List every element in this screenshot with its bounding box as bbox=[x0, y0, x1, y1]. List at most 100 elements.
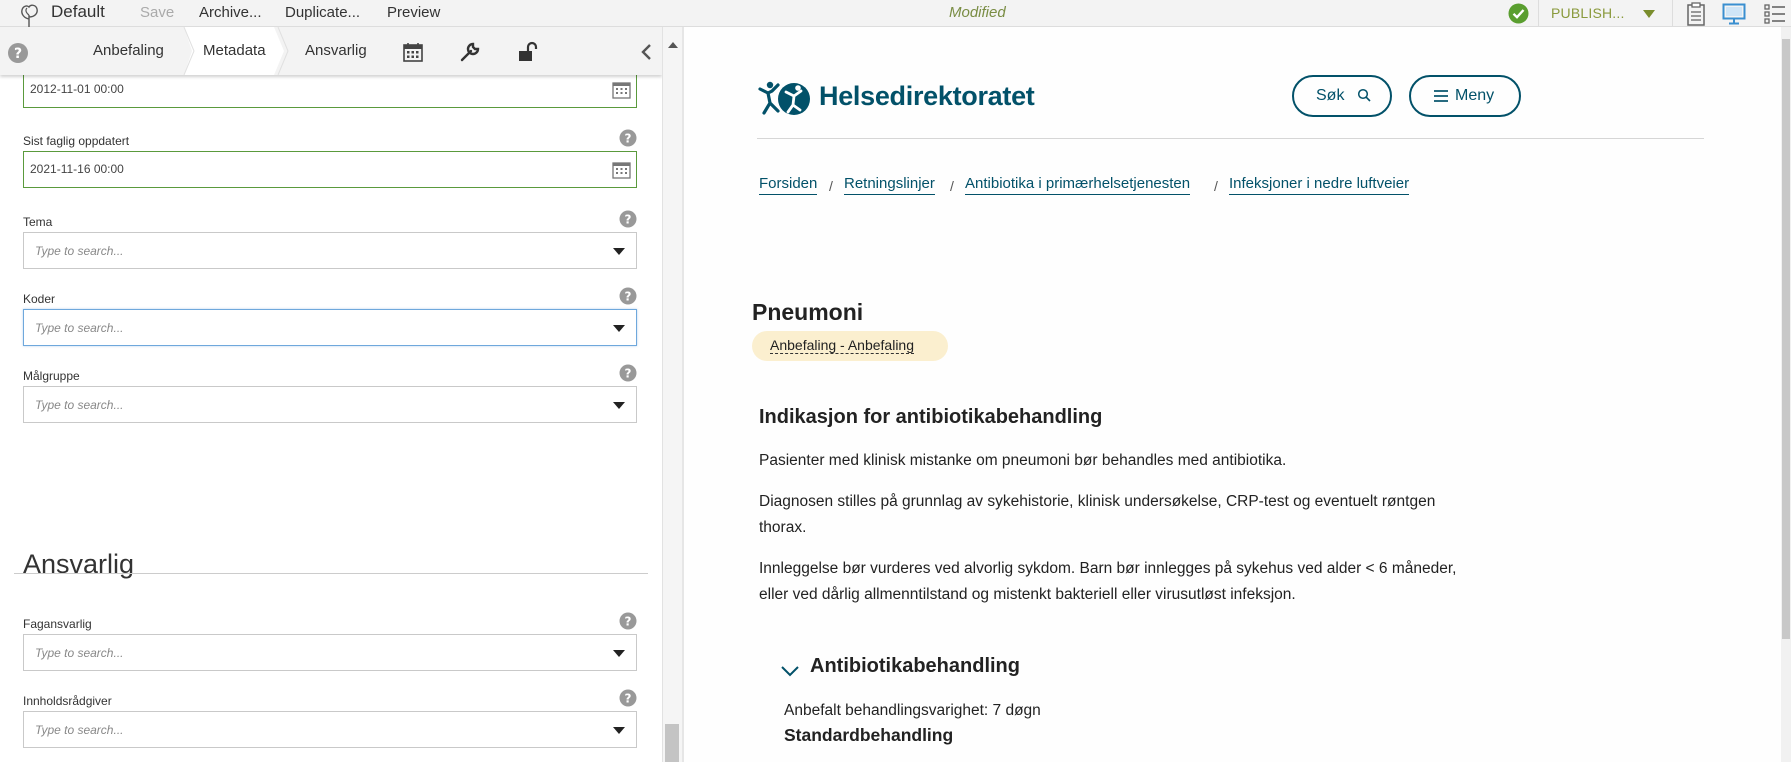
menu-button[interactable]: Meny bbox=[1409, 75, 1521, 117]
caret-down-icon[interactable] bbox=[612, 649, 626, 658]
section-heading: Indikasjon for antibiotikabehandling bbox=[759, 406, 1103, 428]
tab-anbefaling[interactable]: Anbefaling bbox=[93, 42, 164, 59]
duplicate-button[interactable]: Duplicate... bbox=[285, 4, 360, 21]
svg-text:?: ? bbox=[625, 615, 632, 629]
site-name[interactable]: Default bbox=[51, 2, 105, 22]
save-button[interactable]: Save bbox=[140, 4, 174, 21]
breadcrumb-separator: / bbox=[1214, 178, 1218, 194]
duration-text: Anbefalt behandlingsvarighet: 7 døgn bbox=[784, 702, 1041, 719]
check-circle-icon bbox=[1508, 3, 1529, 24]
tab-ansvarlig[interactable]: Ansvarlig bbox=[305, 42, 367, 59]
scrollbar-thumb[interactable] bbox=[665, 724, 679, 762]
fagansvarlig-label: Fagansvarlig bbox=[23, 617, 92, 631]
section-title-ansvarlig: Ansvarlig bbox=[23, 549, 135, 579]
date-field[interactable]: 2012-11-01 00:00 bbox=[23, 71, 637, 108]
breadcrumb-separator: / bbox=[950, 178, 954, 194]
paragraph: Pasienter med klinisk mistanke om pneumo… bbox=[759, 452, 1287, 469]
sist-faglig-value: 2021-11-16 00:00 bbox=[30, 162, 124, 176]
paragraph: Diagnosen stilles på grunnlag av sykehis… bbox=[759, 493, 1436, 536]
search-button[interactable]: Søk bbox=[1292, 75, 1392, 117]
breadcrumb-retningslinjer[interactable]: Retningslinjer bbox=[844, 175, 935, 195]
koder-placeholder: Type to search... bbox=[35, 321, 124, 335]
calendar-icon[interactable] bbox=[402, 41, 424, 63]
innholdsradgiver-field[interactable]: Type to search... bbox=[23, 711, 637, 748]
menu-label: Meny bbox=[1455, 87, 1495, 104]
help-icon[interactable]: ? bbox=[619, 287, 637, 305]
breadcrumb-separator: / bbox=[829, 178, 833, 194]
caret-down-icon[interactable] bbox=[612, 401, 626, 410]
top-toolbar: Default Save Archive... Duplicate... Pre… bbox=[0, 0, 1791, 27]
malgruppe-placeholder: Type to search... bbox=[35, 398, 124, 412]
fagansvarlig-field[interactable]: Type to search... bbox=[23, 634, 637, 671]
editor-scrollbar[interactable] bbox=[662, 27, 682, 762]
hamburger-icon bbox=[1434, 90, 1448, 102]
accordion-title[interactable]: Antibiotikabehandling bbox=[810, 655, 1020, 678]
sist-faglig-label: Sist faglig oppdatert bbox=[23, 134, 130, 148]
tema-field[interactable]: Type to search... bbox=[23, 232, 637, 269]
svg-text:?: ? bbox=[625, 132, 632, 146]
help-icon[interactable]: ? bbox=[619, 689, 637, 707]
breadcrumb-forsiden[interactable]: Forsiden bbox=[759, 175, 818, 195]
malgruppe-label: Målgruppe bbox=[23, 369, 80, 383]
tab-bar: ? Anbefaling Metadata Ansvarlig bbox=[0, 27, 662, 75]
help-icon[interactable]: ? bbox=[619, 612, 637, 630]
tab-divider-icon bbox=[183, 27, 195, 75]
tab-divider-icon bbox=[277, 27, 289, 75]
unlock-icon[interactable] bbox=[516, 41, 538, 63]
svg-text:?: ? bbox=[625, 213, 632, 227]
recommendation-tag[interactable]: Anbefaling - Anbefaling bbox=[752, 331, 948, 361]
brand-name[interactable]: Helsedirektoratet bbox=[819, 81, 1035, 112]
search-icon bbox=[1357, 88, 1371, 102]
section-divider bbox=[14, 573, 648, 574]
calendar-icon[interactable] bbox=[612, 160, 631, 179]
scroll-up-icon[interactable] bbox=[668, 41, 678, 48]
logo-tree-icon[interactable] bbox=[14, 1, 44, 28]
calendar-icon[interactable] bbox=[612, 80, 631, 99]
chevron-left-icon[interactable] bbox=[638, 43, 656, 61]
preview-scrollbar[interactable] bbox=[1781, 27, 1791, 762]
preview-pane: Helsedirektoratet Søk Meny Forsiden / Re… bbox=[684, 27, 1781, 762]
clipboard-icon[interactable] bbox=[1684, 2, 1708, 26]
monitor-icon[interactable] bbox=[1722, 2, 1746, 26]
search-label: Søk bbox=[1316, 87, 1345, 104]
status-text: Modified bbox=[949, 4, 1006, 21]
list-icon[interactable] bbox=[1763, 2, 1787, 26]
koder-field[interactable]: Type to search... bbox=[23, 309, 637, 346]
preview-button[interactable]: Preview bbox=[387, 4, 440, 21]
help-icon[interactable]: ? bbox=[619, 364, 637, 382]
caret-down-icon[interactable] bbox=[1641, 9, 1657, 19]
tema-label: Tema bbox=[23, 215, 53, 229]
scrollbar-thumb[interactable] bbox=[1782, 39, 1790, 639]
koder-label: Koder bbox=[23, 292, 56, 306]
malgruppe-field[interactable]: Type to search... bbox=[23, 386, 637, 423]
chevron-down-icon[interactable] bbox=[780, 664, 800, 678]
caret-down-icon[interactable] bbox=[612, 726, 626, 735]
tag-label: Anbefaling - Anbefaling bbox=[770, 337, 914, 354]
svg-text:?: ? bbox=[625, 367, 632, 381]
breadcrumb-antibiotika[interactable]: Antibiotika i primærhelsetjenesten bbox=[965, 175, 1191, 195]
caret-down-icon[interactable] bbox=[612, 324, 626, 333]
svg-text:?: ? bbox=[625, 692, 632, 706]
caret-down-icon[interactable] bbox=[612, 247, 626, 256]
help-icon[interactable]: ? bbox=[619, 129, 637, 147]
publish-button[interactable]: PUBLISH... bbox=[1551, 5, 1625, 21]
help-icon[interactable]: ? bbox=[619, 210, 637, 228]
breadcrumb-infeksjoner[interactable]: Infeksjoner i nedre luftveier bbox=[1229, 175, 1410, 195]
editor-panel: ? Anbefaling Metadata Ansvarlig 2012-11-… bbox=[0, 27, 662, 762]
innholdsradgiver-placeholder: Type to search... bbox=[35, 723, 124, 737]
sist-faglig-field[interactable]: 2021-11-16 00:00 bbox=[23, 151, 637, 188]
brand-logo-icon[interactable] bbox=[756, 79, 812, 119]
archive-button[interactable]: Archive... bbox=[199, 4, 262, 21]
svg-text:?: ? bbox=[625, 290, 632, 304]
date-value: 2012-11-01 00:00 bbox=[30, 82, 124, 96]
help-icon[interactable]: ? bbox=[7, 42, 29, 64]
header-divider bbox=[757, 138, 1704, 139]
wrench-icon[interactable] bbox=[459, 41, 481, 63]
tab-metadata[interactable]: Metadata bbox=[203, 42, 266, 59]
sub-heading: Standardbehandling bbox=[784, 725, 954, 745]
innholdsradgiver-label: Innholdsrådgiver bbox=[23, 694, 112, 708]
tema-placeholder: Type to search... bbox=[35, 244, 124, 258]
svg-text:?: ? bbox=[14, 46, 22, 62]
fagansvarlig-placeholder: Type to search... bbox=[35, 646, 124, 660]
page-title: Pneumoni bbox=[752, 299, 864, 325]
